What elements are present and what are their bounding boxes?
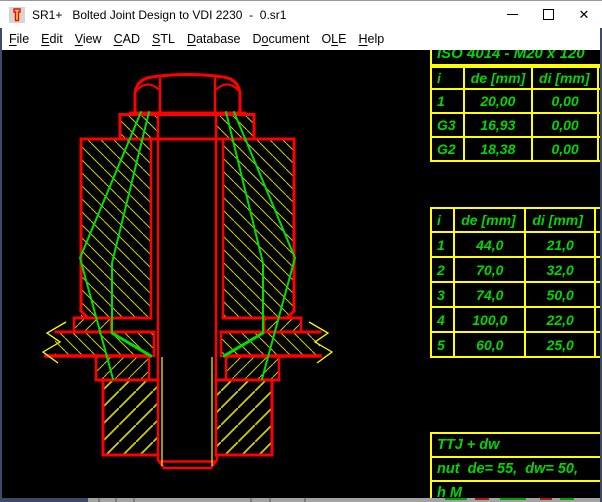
menu-view[interactable]: View: [69, 32, 108, 46]
table-row: 560,025,0: [431, 332, 602, 357]
table-cell: 22,0: [525, 307, 595, 332]
table-cell: 44,0: [454, 232, 525, 257]
menu-ole[interactable]: OLE: [315, 32, 352, 46]
table-row: 4100,022,0: [431, 307, 602, 332]
table-row: 374,050,0: [431, 282, 602, 307]
table-row: G218,380,00: [431, 137, 602, 161]
window-border-left: [0, 28, 2, 502]
header-row: ide [mm]di [mm]l: [431, 67, 602, 89]
table-cell: 100,0: [454, 307, 525, 332]
bolt-designation-title: ISO 4014 - M20 x 120: [430, 50, 602, 66]
table-cell: G3: [431, 113, 464, 137]
clipped-text-hint: [445, 498, 467, 500]
clipped-text-hint: [500, 498, 526, 500]
joint-type-label: TTJ + dw: [432, 432, 602, 456]
menu-document[interactable]: Document: [246, 32, 315, 46]
maximize-button[interactable]: [530, 1, 566, 28]
thread-lines: [162, 357, 212, 466]
menu-bar: FileEditViewCADSTLDatabaseDocumentOLEHel…: [0, 28, 602, 50]
table-cell: 16,93: [464, 113, 532, 137]
table-cell: 70,0: [454, 257, 525, 282]
column-header: di [mm]: [525, 208, 595, 232]
washer: [120, 115, 254, 140]
plate-5: [96, 356, 279, 380]
window-border-corner: [0, 498, 88, 502]
menu-cad[interactable]: CAD: [108, 32, 146, 46]
break-lines: [43, 322, 332, 363]
plate-hatching: [55, 115, 320, 455]
title-bar: SR1+ Bolted Joint Design to VDI 2230 - 0…: [0, 0, 602, 28]
clipped-text-hint: [475, 498, 489, 500]
table-cell: 1: [431, 89, 464, 113]
table-cell: 1: [431, 232, 454, 257]
window-title: SR1+ Bolted Joint Design to VDI 2230 - 0…: [32, 8, 494, 22]
clamped-plates-table: ide [mm]di [mm]144,021,0270,032,0374,050…: [430, 207, 602, 358]
taskbar-sliver: [88, 498, 602, 502]
table-cell: 4: [431, 307, 454, 332]
menu-file[interactable]: File: [3, 32, 35, 46]
clamped-plates-panel: ide [mm]di [mm]144,021,0270,032,0374,050…: [430, 207, 602, 358]
table-cell: 74,0: [454, 282, 525, 307]
bolt-shank: [158, 113, 216, 455]
cad-canvas: ISO 4014 - M20 x 120 ide [mm]di [mm]l120…: [0, 50, 602, 498]
table-row: G316,930,00: [431, 113, 602, 137]
column-header: di [mm]: [532, 67, 598, 89]
column-header: i: [431, 208, 454, 232]
menu-database[interactable]: Database: [181, 32, 247, 46]
menu-help[interactable]: Help: [352, 32, 390, 46]
table-cell: 21,0: [525, 232, 595, 257]
table-cell: 0,00: [532, 113, 598, 137]
column-header: i: [431, 67, 464, 89]
table-cell: 2: [431, 257, 454, 282]
table-row: 144,021,0: [431, 232, 602, 257]
plate-2: [81, 139, 294, 318]
bottom-strip: [0, 498, 602, 502]
tapped-plate: [103, 380, 272, 455]
table-cell: G2: [431, 137, 464, 161]
bolt-app-icon: [9, 7, 25, 23]
table-cell: 3: [431, 282, 454, 307]
bolt-dimensions-table: ide [mm]di [mm]l120,000,00G316,930,00G21…: [430, 66, 602, 162]
table-cell: 18,38: [464, 137, 532, 161]
plate-3: [74, 318, 301, 332]
clipped-info-label: h M: [432, 480, 602, 498]
bolt-tip: [158, 455, 217, 468]
minimize-button[interactable]: [494, 1, 530, 28]
clipped-text-hint: [540, 498, 552, 500]
table-cell: 32,0: [525, 257, 595, 282]
table-row: 120,000,00: [431, 89, 602, 113]
app-window: SR1+ Bolted Joint Design to VDI 2230 - 0…: [0, 0, 602, 502]
header-row: ide [mm]di [mm]: [431, 208, 602, 232]
menu-stl[interactable]: STL: [146, 32, 181, 46]
column-header: de [mm]: [464, 67, 532, 89]
close-icon: ✕: [579, 8, 590, 21]
bolt-and-plates-outline: [46, 75, 320, 469]
nut-dimensions-label: nut de= 55, dw= 50,: [432, 456, 602, 480]
close-button[interactable]: ✕: [566, 1, 602, 28]
window-controls: ✕: [494, 1, 602, 28]
table-cell: 25,0: [525, 332, 595, 357]
table-row: 270,032,0: [431, 257, 602, 282]
table-cell: 5: [431, 332, 454, 357]
compression-cone-lines: [80, 112, 295, 379]
flange-plate: [154, 332, 221, 356]
table-cell: 0,00: [532, 137, 598, 161]
clipped-text-hint: [560, 498, 574, 500]
hex-head: [135, 75, 240, 115]
maximize-icon: [543, 9, 554, 20]
minimize-icon: [507, 14, 518, 15]
table-cell: 60,0: [454, 332, 525, 357]
table-cell: 20,00: [464, 89, 532, 113]
column-header: de [mm]: [454, 208, 525, 232]
bolt-dimensions-panel: ISO 4014 - M20 x 120 ide [mm]di [mm]l120…: [430, 50, 602, 162]
joint-info-panel: TTJ + dw nut de= 55, dw= 50, h M: [430, 432, 602, 498]
table-cell: 50,0: [525, 282, 595, 307]
table-cell: 0,00: [532, 89, 598, 113]
menu-edit[interactable]: Edit: [35, 32, 69, 46]
